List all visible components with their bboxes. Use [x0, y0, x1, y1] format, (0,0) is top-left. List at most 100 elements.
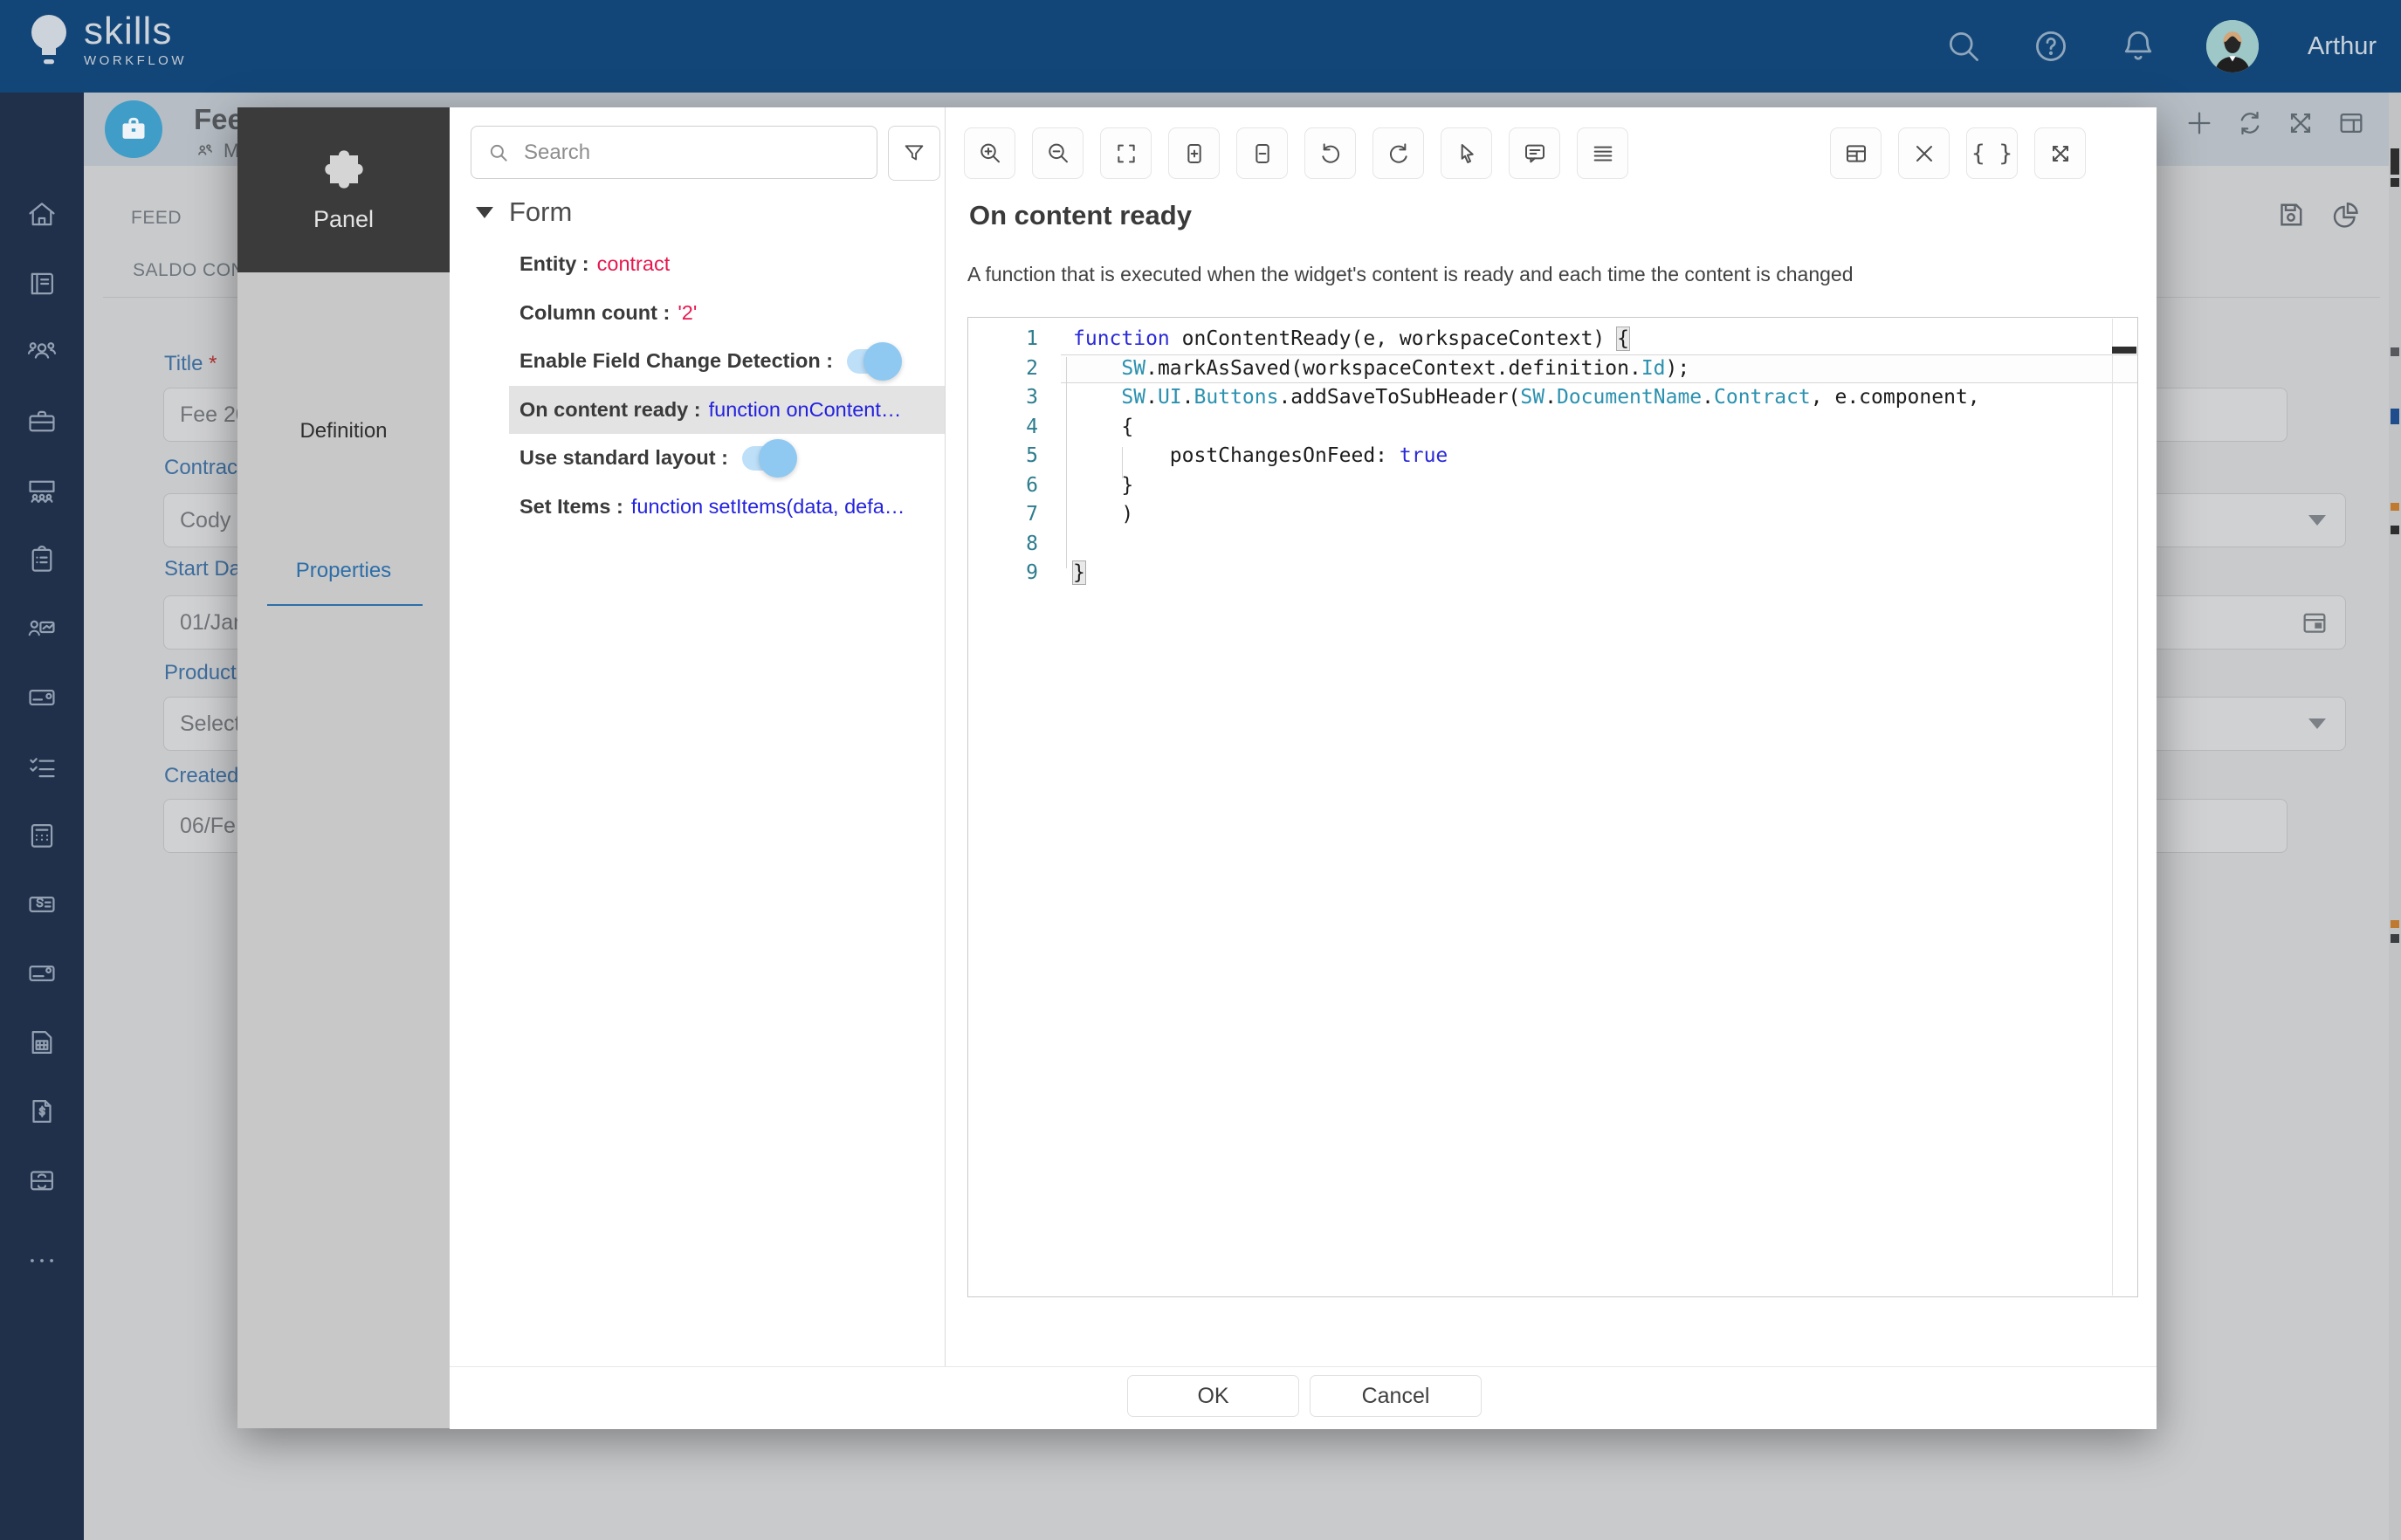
prop-entity[interactable]: Entity : contract	[509, 240, 945, 289]
tab-definition[interactable]: Definition	[237, 419, 450, 443]
code-view-button[interactable]: { }	[1966, 127, 2018, 179]
code-editor-pane: { } On content ready A function that is …	[946, 107, 2157, 1366]
nav-calculator[interactable]	[0, 809, 84, 862]
pie-chart-icon[interactable]	[2329, 199, 2361, 230]
editor-title: On content ready	[969, 200, 1192, 231]
code-line[interactable]: 5 postChangesOnFeed: true	[968, 442, 2137, 471]
cancel-button[interactable]: Cancel	[1310, 1375, 1482, 1417]
page-scrollbar[interactable]	[2389, 93, 2401, 1540]
side-nav	[0, 93, 84, 1540]
editor-scrollbar[interactable]	[2112, 319, 2113, 1296]
bg-field-label: Start Da	[164, 557, 241, 581]
user-name[interactable]: Arthur	[2308, 32, 2377, 61]
table-view-button[interactable]	[1830, 127, 1882, 179]
members-icon	[194, 140, 217, 162]
comment-button[interactable]	[1509, 127, 1560, 179]
record-title: Fee	[194, 103, 244, 136]
redo-button[interactable]	[1372, 127, 1424, 179]
nav-people[interactable]	[0, 327, 84, 379]
nav-ledger[interactable]	[0, 258, 84, 310]
save-icon[interactable]	[2275, 199, 2307, 230]
menu-button[interactable]	[1577, 127, 1628, 179]
expand-icon[interactable]	[2286, 108, 2315, 138]
nav-bank-doc[interactable]	[0, 1016, 84, 1069]
prop-use-standard-layout[interactable]: Use standard layout :	[509, 434, 945, 483]
search-icon	[487, 141, 510, 164]
screen: skills WORKFLOW Arthur	[0, 0, 2401, 1540]
nav-sales[interactable]	[0, 602, 84, 655]
help-icon[interactable]	[2032, 27, 2070, 65]
nav-home[interactable]	[0, 189, 84, 241]
nav-briefcase[interactable]	[0, 395, 84, 448]
bg-field-label: Created	[164, 764, 238, 788]
prop-column-count[interactable]: Column count : '2'	[509, 289, 945, 338]
lightbulb-icon	[26, 13, 72, 67]
brand-name: skills	[84, 12, 187, 51]
indent-guide	[1122, 447, 1123, 478]
search-icon[interactable]	[1944, 27, 1983, 65]
code-line[interactable]: 3 SW.UI.Buttons.addSaveToSubHeader(SW.Do…	[968, 383, 2137, 413]
user-avatar[interactable]	[2206, 20, 2259, 72]
bg-field-label: Contract	[164, 456, 244, 480]
code-line[interactable]: 6 }	[968, 471, 2137, 501]
nav-more[interactable]	[0, 1234, 84, 1287]
brand-logo[interactable]: skills WORKFLOW	[26, 12, 187, 67]
code-line[interactable]: 2 SW.markAsSaved(workspaceContext.defini…	[968, 354, 2137, 384]
modal-side-tabs: Definition Properties	[237, 272, 450, 1428]
nav-card[interactable]	[0, 671, 84, 724]
tab-properties[interactable]: Properties	[237, 559, 450, 583]
filter-icon	[901, 141, 927, 167]
code-line[interactable]: 7 )	[968, 500, 2137, 530]
document-actions	[2275, 199, 2361, 230]
code-line[interactable]: 8	[968, 530, 2137, 560]
form-section-header[interactable]: Form	[476, 196, 572, 228]
nav-meeting[interactable]	[0, 464, 84, 517]
chevron-down-icon	[2308, 515, 2326, 526]
modal-footer: OK Cancel	[450, 1366, 2157, 1429]
nav-checklist[interactable]	[0, 740, 84, 793]
undo-button[interactable]	[1304, 127, 1356, 179]
layout-icon[interactable]	[2336, 108, 2366, 138]
nav-card-alt[interactable]	[0, 947, 84, 1000]
prop-field-change-detection[interactable]: Enable Field Change Detection :	[509, 337, 945, 386]
ok-button[interactable]: OK	[1127, 1375, 1299, 1417]
record-subtitle: M	[194, 140, 239, 162]
code-lines: 1function onContentReady(e, workspaceCon…	[968, 325, 2137, 588]
pointer-button[interactable]	[1441, 127, 1492, 179]
nav-payments[interactable]	[0, 878, 84, 931]
filter-button[interactable]	[888, 126, 940, 181]
bell-icon[interactable]	[2119, 27, 2157, 65]
close-button[interactable]	[1898, 127, 1950, 179]
code-line[interactable]: 9}	[968, 559, 2137, 588]
zoom-in-button[interactable]	[964, 127, 1015, 179]
editor-toolbar	[964, 127, 1628, 179]
toggle-on[interactable]	[742, 446, 791, 471]
editor-scrollbar-thumb[interactable]	[2112, 347, 2136, 354]
code-editor[interactable]: 1function onContentReady(e, workspaceCon…	[967, 317, 2138, 1297]
app-header: skills WORKFLOW Arthur	[0, 0, 2401, 93]
collapse-triangle-icon	[476, 207, 493, 218]
code-line[interactable]: 1function onContentReady(e, workspaceCon…	[968, 325, 2137, 354]
property-list: Entity : contract Column count : '2' Ena…	[509, 240, 945, 531]
code-line[interactable]: 4 {	[968, 413, 2137, 443]
tab-feed[interactable]: FEED	[131, 208, 182, 229]
panel-editor-modal: Panel Definition Properties Form Entity …	[237, 107, 2157, 1428]
nav-invoice[interactable]	[0, 1085, 84, 1138]
property-search[interactable]	[471, 126, 877, 179]
prop-on-content-ready[interactable]: On content ready : function onContent…	[509, 386, 945, 435]
search-input[interactable]	[522, 140, 840, 166]
zoom-out-button[interactable]	[1032, 127, 1084, 179]
collapse-block-button[interactable]	[1236, 127, 1288, 179]
prop-set-items[interactable]: Set Items : function setItems(data, defa…	[509, 483, 945, 532]
maximize-button[interactable]	[2034, 127, 2086, 179]
fit-view-button[interactable]	[1100, 127, 1152, 179]
indent-guide	[1066, 357, 1067, 568]
refresh-icon[interactable]	[2235, 108, 2265, 138]
nav-archive[interactable]	[0, 1154, 84, 1207]
record-actions	[2184, 108, 2366, 138]
toggle-on[interactable]	[847, 349, 896, 374]
nav-clipboard[interactable]	[0, 533, 84, 586]
chevron-down-icon	[2308, 718, 2326, 729]
expand-block-button[interactable]	[1168, 127, 1220, 179]
add-icon[interactable]	[2184, 108, 2214, 138]
